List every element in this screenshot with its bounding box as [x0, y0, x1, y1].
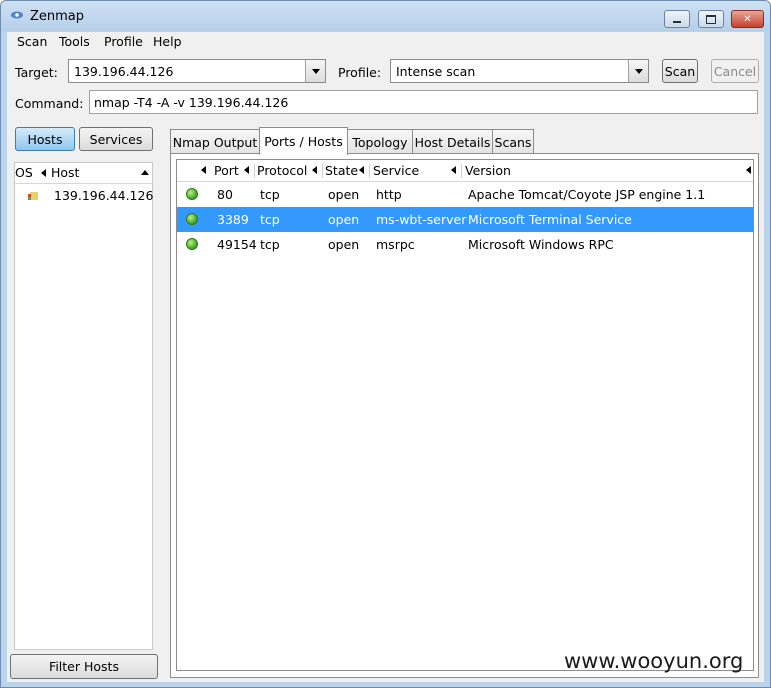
profile-dropdown-button[interactable]	[628, 60, 648, 82]
title-bar[interactable]: Zenmap ✕	[1, 1, 770, 31]
filter-hosts-button[interactable]: Filter Hosts	[10, 654, 158, 679]
state-column-header[interactable]: State	[325, 163, 358, 178]
service-cell: http	[376, 187, 402, 202]
tab-topology[interactable]: Topology	[347, 129, 413, 154]
tab-scans[interactable]: Scans	[492, 129, 534, 154]
target-combo[interactable]: 139.196.44.126	[68, 59, 326, 83]
sort-arrow-icon	[201, 166, 206, 174]
menu-tools[interactable]: Tools	[59, 34, 90, 49]
version-column-header[interactable]: Version	[465, 163, 511, 178]
host-ip: 139.196.44.126	[54, 188, 154, 203]
version-cell: Microsoft Terminal Service	[468, 212, 632, 227]
port-column-header[interactable]: Port	[214, 163, 239, 178]
scan-button[interactable]: Scan	[662, 59, 698, 83]
chevron-down-icon	[634, 68, 643, 74]
table-row[interactable]: 80 tcp open http Apache Tomcat/Coyote JS…	[177, 182, 753, 207]
host-column-header[interactable]: Host	[51, 165, 79, 180]
protocol-cell: tcp	[260, 187, 280, 202]
chevron-down-icon	[311, 68, 320, 74]
menu-help[interactable]: Help	[153, 34, 182, 49]
column-separator	[322, 164, 323, 178]
zenmap-app-icon	[11, 11, 23, 19]
service-cell: ms-wbt-server	[376, 212, 467, 227]
tab-ports-hosts[interactable]: Ports / Hosts	[259, 127, 348, 155]
profile-value[interactable]: Intense scan	[396, 64, 475, 79]
column-separator	[461, 164, 462, 178]
window-title: Zenmap	[30, 9, 85, 24]
minimize-icon	[673, 20, 681, 23]
menu-bar: Scan Tools Profile Help	[7, 32, 764, 52]
ports-hosts-panel: Port Protocol State Service Version 80 t…	[170, 153, 759, 678]
protocol-column-header[interactable]: Protocol	[257, 163, 307, 178]
header-divider	[15, 183, 152, 184]
watermark-text: www.wooyun.org	[564, 649, 744, 673]
maximize-button[interactable]	[698, 10, 724, 28]
command-field[interactable]: nmap -T4 -A -v 139.196.44.126	[89, 90, 758, 114]
sort-up-icon	[141, 170, 149, 175]
version-cell: Apache Tomcat/Coyote JSP engine 1.1	[468, 187, 706, 202]
cancel-button[interactable]: Cancel	[711, 59, 759, 83]
host-list: OS Host 139.196.44.126	[14, 162, 153, 650]
menu-profile[interactable]: Profile	[104, 34, 143, 49]
minimize-button[interactable]	[664, 10, 690, 28]
ports-table-header: Port Protocol State Service Version	[177, 160, 753, 182]
state-cell: open	[328, 237, 360, 252]
services-button[interactable]: Services	[79, 127, 153, 151]
service-column-header[interactable]: Service	[373, 163, 419, 178]
menu-scan[interactable]: Scan	[17, 34, 47, 49]
close-button[interactable]: ✕	[731, 10, 764, 28]
host-column-label: Host	[51, 165, 80, 180]
sort-arrow-icon	[746, 166, 751, 174]
protocol-cell: tcp	[260, 212, 280, 227]
status-open-icon	[186, 213, 198, 225]
os-windows-icon	[28, 192, 38, 200]
hosts-button[interactable]: Hosts	[15, 127, 75, 151]
sort-arrow-icon	[40, 169, 46, 177]
service-cell: msrpc	[376, 237, 415, 252]
client-area: Scan Tools Profile Help Target: 139.196.…	[7, 32, 764, 682]
maximize-icon	[706, 14, 716, 24]
profile-label: Profile:	[338, 65, 382, 80]
tab-host-details[interactable]: Host Details	[412, 129, 493, 154]
port-cell: 3389	[217, 212, 249, 227]
protocol-cell: tcp	[260, 237, 280, 252]
zenmap-window: Zenmap ✕ Scan Tools Profile Help Target:…	[0, 0, 771, 688]
ports-table: Port Protocol State Service Version 80 t…	[176, 159, 754, 671]
version-cell: Microsoft Windows RPC	[468, 237, 614, 252]
target-dropdown-button[interactable]	[305, 60, 325, 82]
command-label: Command:	[15, 96, 84, 111]
profile-combo[interactable]: Intense scan	[390, 59, 649, 83]
column-separator	[254, 164, 255, 178]
table-row-selected[interactable]: 3389 tcp open ms-wbt-server Microsoft Te…	[177, 207, 753, 232]
status-open-icon	[186, 238, 198, 250]
port-cell: 80	[217, 187, 233, 202]
os-column-header[interactable]: OS	[15, 165, 46, 180]
status-open-icon	[186, 188, 198, 200]
target-value[interactable]: 139.196.44.126	[74, 64, 173, 79]
sort-arrow-icon	[359, 166, 364, 174]
host-list-item[interactable]: 139.196.44.126	[15, 185, 154, 207]
os-column-label: OS	[15, 165, 33, 180]
state-cell: open	[328, 187, 360, 202]
column-separator	[369, 164, 370, 178]
sort-arrow-icon	[451, 166, 456, 174]
target-label: Target:	[15, 65, 58, 80]
table-row[interactable]: 49154 tcp open msrpc Microsoft Windows R…	[177, 232, 753, 257]
sort-arrow-icon	[312, 166, 317, 174]
port-cell: 49154	[217, 237, 257, 252]
close-icon: ✕	[743, 13, 752, 25]
sort-arrow-icon	[244, 166, 249, 174]
state-cell: open	[328, 212, 360, 227]
tab-nmap-output[interactable]: Nmap Output	[170, 129, 260, 154]
command-value[interactable]: nmap -T4 -A -v 139.196.44.126	[94, 95, 288, 110]
